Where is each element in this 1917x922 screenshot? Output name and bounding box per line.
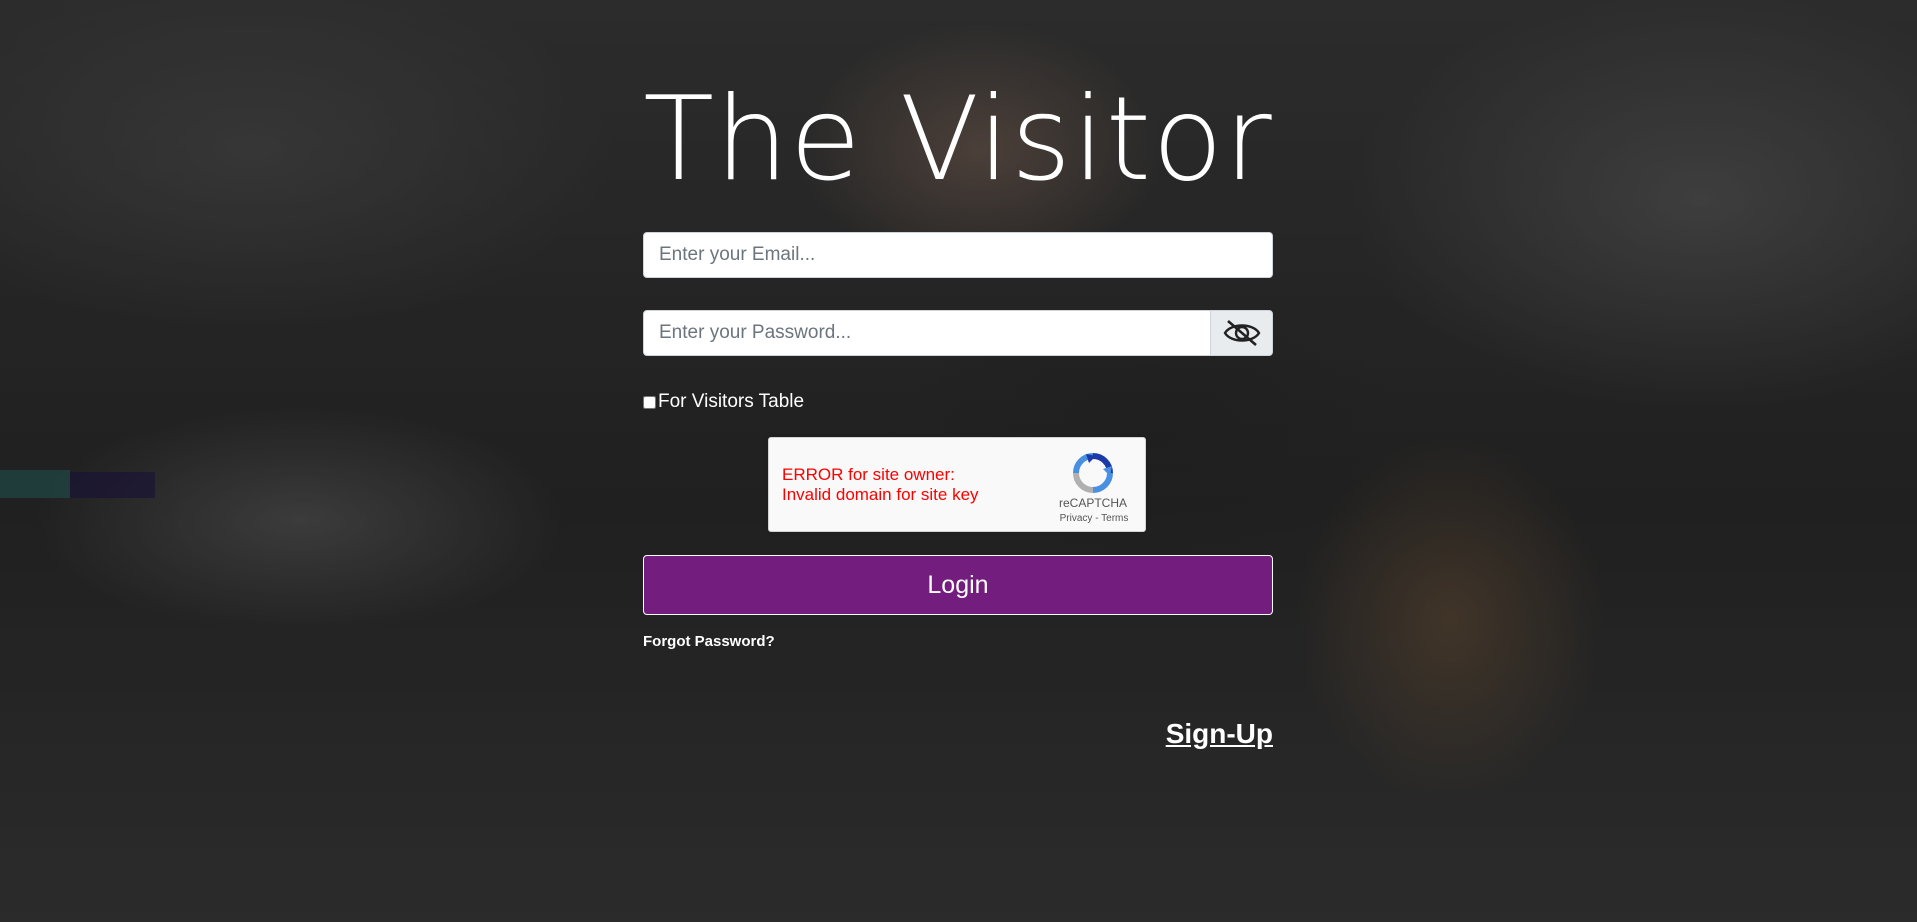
recaptcha-logo-icon <box>1073 453 1113 493</box>
recaptcha-error-line2: Invalid domain for site key <box>782 485 979 504</box>
visitors-table-checkbox[interactable] <box>643 395 656 409</box>
email-field[interactable] <box>643 232 1273 278</box>
recaptcha-widget[interactable]: ERROR for site owner: Invalid domain for… <box>768 437 1146 532</box>
visitors-table-label: For Visitors Table <box>658 391 805 412</box>
recaptcha-error-line1: ERROR for site owner: <box>782 465 955 484</box>
recaptcha-error-message: ERROR for site owner: Invalid domain for… <box>782 465 1042 505</box>
password-toggle-button[interactable] <box>1210 310 1273 356</box>
background-decoration <box>70 472 155 498</box>
eye-slash-icon <box>1223 320 1260 346</box>
page-title: The Visitor <box>643 72 1273 207</box>
sign-up-link[interactable]: Sign-Up <box>1166 718 1273 750</box>
password-field[interactable] <box>643 310 1211 356</box>
recaptcha-brand: reCAPTCHA <box>1058 496 1127 510</box>
visitors-table-option[interactable]: For Visitors Table <box>643 391 804 413</box>
login-button[interactable]: Login <box>643 555 1273 615</box>
recaptcha-privacy-terms-link[interactable]: Privacy - Terms <box>1049 513 1139 524</box>
background-decoration <box>0 470 70 498</box>
forgot-password-link[interactable]: Forgot Password? <box>643 633 775 650</box>
